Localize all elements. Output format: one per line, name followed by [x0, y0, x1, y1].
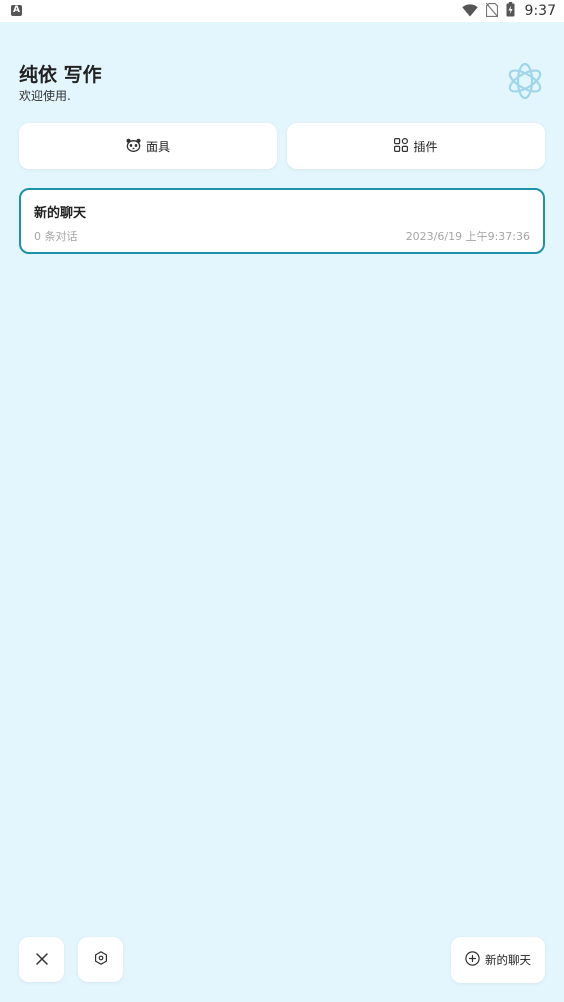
- chat-list-item[interactable]: 新的聊天 0 条对话 2023/6/19 上午9:37:36: [19, 188, 545, 254]
- mask-icon: [126, 138, 141, 155]
- chat-message-count: 0 条对话: [34, 230, 78, 243]
- openai-logo-icon: [503, 59, 547, 103]
- wifi-icon: [461, 2, 478, 21]
- settings-button[interactable]: [78, 937, 123, 982]
- new-chat-label: 新的聊天: [485, 953, 531, 967]
- status-time: 9:37: [524, 3, 556, 19]
- app-subtitle: 欢迎使用.: [19, 89, 71, 103]
- header: 纯依 写作 欢迎使用.: [19, 62, 102, 104]
- plugin-grid-icon: [394, 137, 409, 155]
- plugin-button[interactable]: 插件: [287, 123, 545, 169]
- app-title: 纯依 写作: [19, 64, 102, 86]
- mask-label: 面具: [145, 139, 170, 154]
- close-icon: [35, 950, 48, 969]
- app-notification-icon: A: [11, 5, 22, 16]
- chat-title: 新的聊天: [34, 206, 87, 221]
- mask-button[interactable]: 面具: [19, 123, 277, 169]
- status-icons: 9:37: [461, 0, 556, 22]
- new-chat-button[interactable]: 新的聊天: [451, 937, 545, 983]
- status-bar: A 9:37: [0, 0, 564, 22]
- plugin-label: 插件: [413, 139, 438, 154]
- close-button[interactable]: [19, 937, 64, 982]
- add-circle-icon: [465, 951, 480, 969]
- battery-charging-icon: [506, 1, 515, 21]
- settings-icon: [94, 950, 108, 969]
- chat-timestamp: 2023/6/19 上午9:37:36: [405, 230, 530, 243]
- no-sim-icon: [485, 2, 499, 21]
